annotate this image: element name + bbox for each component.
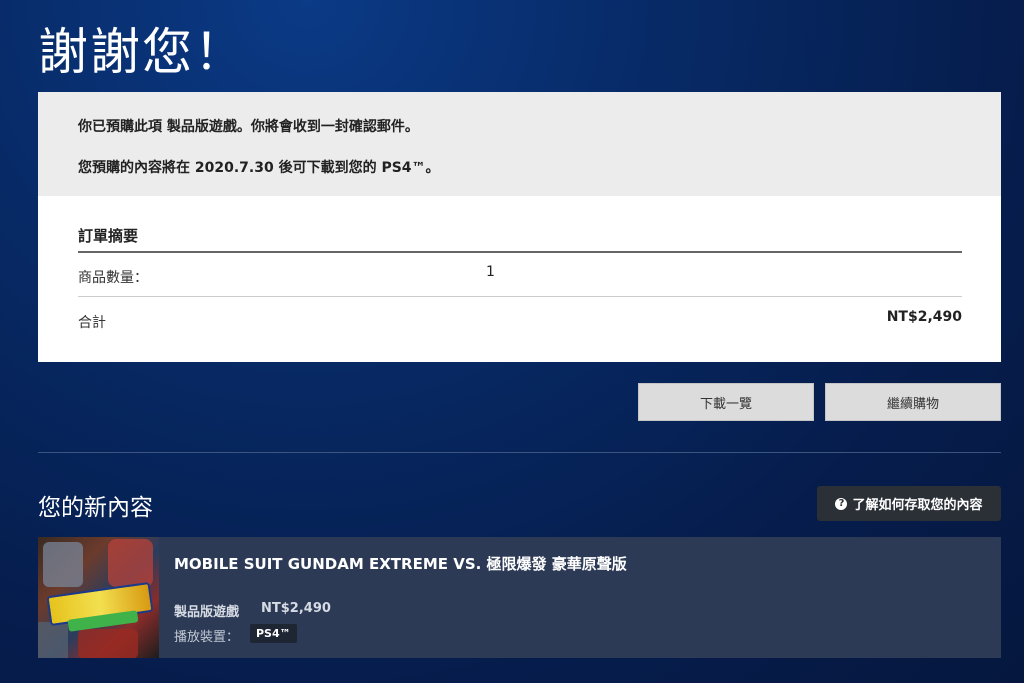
order-confirmation-card: 你已預購此項 製品版遊戲。你將會收到一封確認郵件。 您預購的內容將在 2020.… — [38, 92, 1001, 362]
product-type: 製品版遊戲 — [174, 605, 240, 620]
page-title: 謝謝您！ — [38, 23, 246, 81]
download-list-button[interactable]: 下載一覽 — [638, 383, 814, 421]
notice-line-1: 你已預購此項 製品版遊戲。你將會收到一封確認郵件。 — [78, 119, 419, 135]
total-label: 合計 — [78, 315, 106, 331]
section-divider — [38, 452, 1001, 453]
order-summary-title: 訂單摘要 — [78, 227, 139, 245]
total-value: NT$2,490 — [886, 309, 962, 325]
notice-line-2: 您預購的內容將在 2020.7.30 後可下載到您的 PS4™。 — [78, 160, 440, 176]
quantity-label: 商品數量： — [78, 270, 148, 286]
learn-access-content-button[interactable]: ? 了解如何存取您的內容 — [817, 486, 1001, 521]
product-name[interactable]: MOBILE SUIT GUNDAM EXTREME VS. 極限爆發 豪華原聲… — [174, 553, 627, 574]
quantity-value: 1 — [486, 264, 495, 280]
product-thumbnail[interactable] — [38, 537, 159, 658]
platform-badge: PS4™ — [250, 624, 297, 643]
learn-access-content-label: 了解如何存取您的內容 — [852, 498, 983, 513]
preorder-notice: 你已預購此項 製品版遊戲。你將會收到一封確認郵件。 您預購的內容將在 2020.… — [38, 92, 1001, 196]
question-circle-icon: ? — [835, 497, 848, 510]
continue-shopping-button[interactable]: 繼續購物 — [825, 383, 1001, 421]
row-divider — [78, 296, 962, 297]
new-content-title: 您的新內容 — [38, 495, 153, 521]
platform-label: 播放裝置： — [174, 630, 240, 645]
product-price: NT$2,490 — [261, 601, 331, 616]
summary-divider — [78, 251, 962, 253]
product-item[interactable]: MOBILE SUIT GUNDAM EXTREME VS. 極限爆發 豪華原聲… — [38, 537, 1001, 658]
